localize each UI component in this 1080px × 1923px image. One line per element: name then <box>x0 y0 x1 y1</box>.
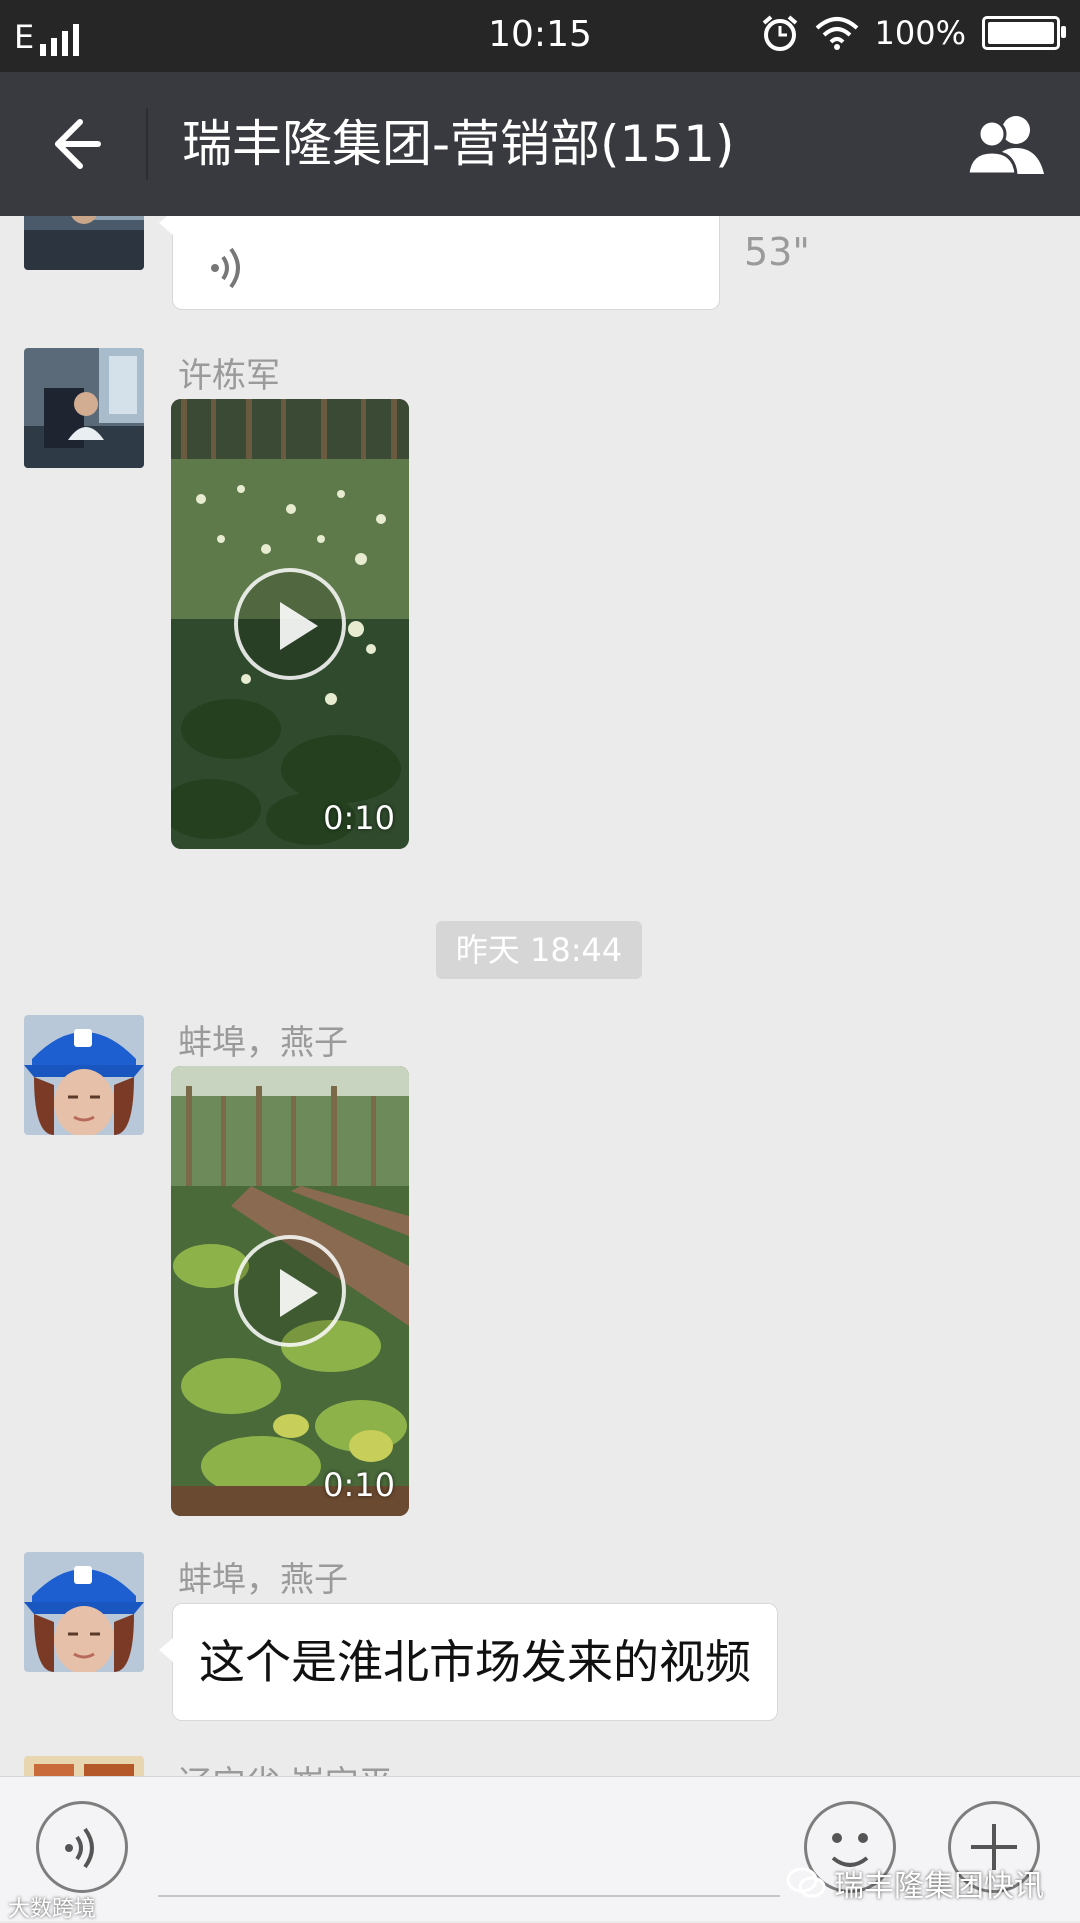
voice-mode-button[interactable] <box>36 1801 128 1893</box>
watermark-text: 瑞丰隆集团快讯 <box>834 1869 1044 1904</box>
sender-name: 蚌埠，燕子 <box>178 1023 348 1063</box>
avatar[interactable] <box>24 216 144 270</box>
avatar[interactable] <box>24 1015 144 1135</box>
play-icon[interactable] <box>234 568 346 680</box>
video-message[interactable]: 0:10 <box>171 399 409 849</box>
status-bar: E 10:15 100% <box>0 0 1080 72</box>
watermark: 瑞丰隆集团快讯 <box>786 1861 1044 1905</box>
battery-icon <box>982 16 1066 50</box>
wifi-icon <box>815 17 858 50</box>
sender-name: 辽宁省 崔宝平 <box>178 1756 393 1776</box>
chat-message-list[interactable]: 53" 许栋军 0:10 昨天 18:44 蚌埠，燕子 0:10 蚌埠，燕子 这… <box>0 216 1080 1776</box>
sender-name: 蚌埠，燕子 <box>178 1560 348 1600</box>
sender-name: 许栋军 <box>178 356 280 396</box>
wechat-logo-icon <box>786 1867 826 1898</box>
avatar[interactable] <box>24 1552 144 1672</box>
voice-duration: 53" <box>744 230 810 274</box>
group-members-icon[interactable] <box>964 112 1050 176</box>
message-text: 这个是淮北市场发来的视频 <box>199 1635 751 1689</box>
chat-input-bar: 瑞丰隆集团快讯 大数跨境 <box>0 1776 1080 1922</box>
status-icons: 100% <box>761 14 1066 52</box>
video-duration: 0:10 <box>323 799 395 837</box>
voice-wave-icon <box>211 247 240 289</box>
chat-header: 瑞丰隆集团-营销部(151) <box>0 72 1080 216</box>
voice-message-bubble[interactable] <box>159 216 720 310</box>
battery-percent: 100% <box>874 14 966 52</box>
watermark-left: 大数跨境 <box>8 1897 97 1922</box>
video-message[interactable]: 0:10 <box>171 1066 409 1516</box>
page-title: 瑞丰隆集团-营销部(151) <box>182 115 735 173</box>
back-arrow-icon[interactable] <box>40 112 104 176</box>
avatar[interactable] <box>24 348 144 468</box>
play-icon[interactable] <box>234 1235 346 1347</box>
voice-mode-icon <box>65 1827 94 1869</box>
video-duration: 0:10 <box>323 1466 395 1504</box>
alarm-icon <box>762 15 797 51</box>
message-input[interactable] <box>158 1895 780 1897</box>
timestamp-divider: 昨天 18:44 <box>436 921 642 979</box>
header-divider <box>146 108 148 180</box>
text-message-bubble[interactable]: 这个是淮北市场发来的视频 <box>159 1603 778 1721</box>
avatar[interactable] <box>24 1756 144 1776</box>
